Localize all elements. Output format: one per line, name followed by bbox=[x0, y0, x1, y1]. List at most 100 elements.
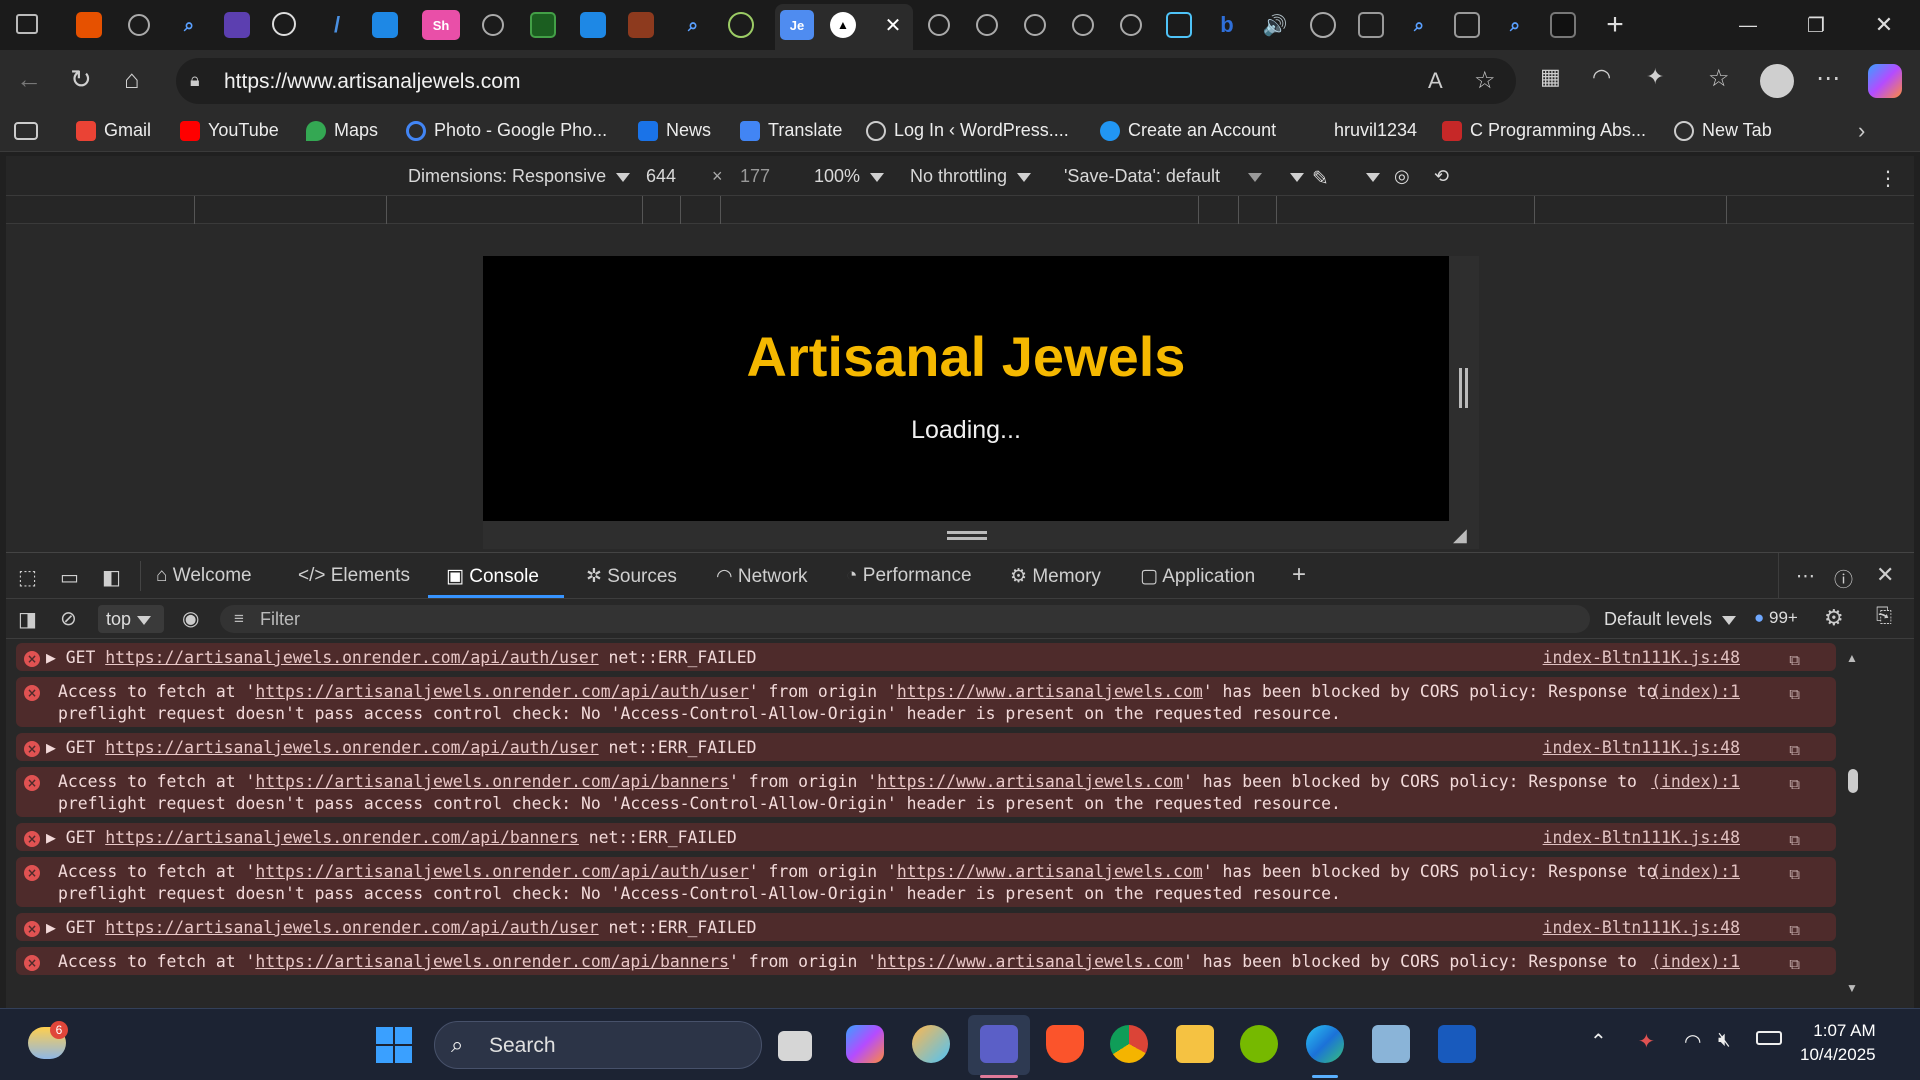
restore-button[interactable]: ❐ bbox=[1788, 8, 1844, 42]
address-bar[interactable]: 🔒︎ https://www.artisanaljewels.com A ☆ bbox=[176, 58, 1516, 104]
device-toggle-icon[interactable]: ▭ bbox=[60, 565, 79, 590]
bookmark-google-photos[interactable]: Photo - Google Pho... bbox=[406, 120, 607, 141]
tab-search-icon[interactable]: ⌕ bbox=[1406, 12, 1432, 38]
taskbar-search-box[interactable]: ⌕ Search bbox=[434, 1021, 762, 1069]
chevron-up-icon[interactable]: ⌃ bbox=[1590, 1029, 1607, 1054]
expand-triangle-icon[interactable]: ▶ bbox=[46, 738, 66, 757]
back-arrow-icon[interactable]: ← bbox=[16, 64, 42, 95]
copilot-taskbar-icon[interactable] bbox=[846, 1025, 884, 1063]
corner-resize-icon[interactable]: ◢ bbox=[1453, 525, 1467, 546]
console-error-message[interactable]: × Access to fetch at 'https://artisanalje… bbox=[16, 947, 1836, 975]
site-page[interactable]: Artisanal Jewels Loading... bbox=[483, 256, 1449, 521]
tab-console[interactable]: ▣ Console bbox=[446, 565, 539, 588]
edge-icon[interactable] bbox=[1306, 1025, 1344, 1063]
read-aloud-icon[interactable]: A bbox=[1428, 68, 1443, 94]
remote-desktop-icon[interactable] bbox=[1372, 1025, 1410, 1063]
eyedropper-icon[interactable]: ✎ bbox=[1312, 166, 1329, 191]
height-input[interactable]: 177 bbox=[740, 166, 770, 187]
bookmark-gmail[interactable]: Gmail bbox=[76, 120, 151, 141]
tab-favicon-icon[interactable] bbox=[530, 12, 556, 38]
resize-handle-right[interactable] bbox=[1449, 256, 1479, 521]
tab-favicon-icon[interactable]: ▲ bbox=[830, 12, 856, 38]
file-explorer-icon[interactable] bbox=[1176, 1025, 1214, 1063]
tab-favicon-icon[interactable]: / bbox=[324, 12, 350, 38]
add-tab-icon[interactable]: + bbox=[1292, 561, 1306, 589]
throttling-dropdown[interactable]: No throttling bbox=[910, 166, 1032, 187]
log-levels-dropdown[interactable]: Default levels bbox=[1604, 609, 1737, 630]
expand-triangle-icon[interactable]: ▶ bbox=[46, 648, 66, 667]
request-url-link[interactable]: https://artisanaljewels.onrender.com/api… bbox=[105, 828, 579, 847]
tab-globe-icon[interactable] bbox=[128, 14, 150, 36]
console-error-message[interactable]: × Access to fetch at 'https://artisanalje… bbox=[16, 857, 1836, 907]
refresh-icon[interactable]: ↻ bbox=[70, 64, 92, 95]
bookmark-create-account[interactable]: Create an Account bbox=[1100, 120, 1276, 141]
context-dropdown[interactable]: top bbox=[98, 605, 164, 633]
performance-icon[interactable]: ◠ bbox=[1592, 64, 1611, 90]
expand-triangle-icon[interactable]: ▶ bbox=[46, 918, 66, 937]
caret-down-icon[interactable] bbox=[1356, 166, 1380, 187]
sensors-icon[interactable]: ◎ bbox=[1394, 166, 1410, 187]
tab-network[interactable]: ◠ Network bbox=[716, 565, 808, 588]
bookmark-translate[interactable]: Translate bbox=[740, 120, 842, 141]
copilot-explain-icon[interactable]: ⧉ bbox=[1789, 649, 1800, 671]
console-settings-gear-icon[interactable]: ⚙ bbox=[1824, 605, 1844, 631]
tab-favicon-icon[interactable] bbox=[1550, 12, 1576, 38]
origin-url-link[interactable]: https://www.artisanaljewels.com bbox=[877, 772, 1183, 791]
source-location-link[interactable]: (index):1 bbox=[1651, 861, 1740, 883]
speaker-muted-icon[interactable]: 🔇︎ bbox=[1718, 1029, 1731, 1052]
tab-application[interactable]: ▢ Application bbox=[1140, 565, 1255, 588]
wifi-icon[interactable]: ◠ bbox=[1684, 1029, 1701, 1054]
tab-favicon-icon[interactable]: Je bbox=[780, 10, 814, 40]
profile-avatar[interactable] bbox=[1760, 64, 1794, 98]
bookmark-wordpress[interactable]: Log In ‹ WordPress.... bbox=[866, 120, 1069, 141]
width-input[interactable]: 644 bbox=[646, 166, 676, 187]
home-icon[interactable]: ⌂ bbox=[124, 64, 140, 95]
scroll-up-arrow-icon[interactable]: ▲ bbox=[1846, 651, 1858, 665]
more-options-icon[interactable]: ⋮ bbox=[1878, 166, 1898, 191]
zoom-dropdown[interactable]: 100% bbox=[814, 166, 885, 187]
tab-elements[interactable]: </> Elements bbox=[298, 565, 410, 587]
collections-icon[interactable] bbox=[14, 122, 38, 140]
source-location-link[interactable]: (index):1 bbox=[1651, 681, 1740, 703]
resize-handle-bottom[interactable]: ◢ bbox=[483, 521, 1479, 549]
paint-icon[interactable] bbox=[912, 1025, 950, 1063]
request-url-link[interactable]: https://artisanaljewels.onrender.com/api… bbox=[255, 772, 729, 791]
tab-memory[interactable]: ⚙ Memory bbox=[1010, 565, 1101, 588]
origin-url-link[interactable]: https://www.artisanaljewels.com bbox=[897, 862, 1203, 881]
source-location-link[interactable]: index-Bltn111K.js:48 bbox=[1543, 647, 1740, 669]
tab-audio-icon[interactable]: 🔊 bbox=[1262, 12, 1288, 38]
tab-bing-icon[interactable]: b bbox=[1214, 12, 1240, 38]
copilot-explain-icon[interactable]: ⧉ bbox=[1789, 739, 1800, 761]
live-expression-eye-icon[interactable]: ◉ bbox=[182, 606, 199, 631]
extension-grid-icon[interactable]: ▦ bbox=[1540, 64, 1561, 90]
toggle-drawer-icon[interactable]: ⎘ bbox=[1876, 605, 1892, 628]
battery-icon[interactable] bbox=[1756, 1031, 1782, 1045]
console-error-message[interactable]: × Access to fetch at 'https://artisanalje… bbox=[16, 767, 1836, 817]
tab-favicon-icon[interactable] bbox=[76, 12, 102, 38]
tab-globe-icon[interactable] bbox=[1072, 14, 1094, 36]
teams-icon[interactable] bbox=[980, 1025, 1018, 1063]
bookmark-hruvil[interactable]: hruvil1234 bbox=[1334, 120, 1417, 141]
tab-performance[interactable]: ◔ Performance bbox=[846, 565, 972, 587]
console-error-message[interactable]: × ▶ GET https://artisanaljewels.onrender.… bbox=[16, 823, 1836, 851]
tab-search-icon[interactable]: ⌕ bbox=[1502, 12, 1528, 38]
bookmark-c-programming[interactable]: C Programming Abs... bbox=[1442, 120, 1646, 141]
source-location-link[interactable]: index-Bltn111K.js:48 bbox=[1543, 917, 1740, 939]
word-icon[interactable] bbox=[1438, 1025, 1476, 1063]
tab-search-icon[interactable]: ⌕ bbox=[176, 12, 202, 38]
copilot-explain-icon[interactable]: ⧉ bbox=[1789, 829, 1800, 851]
tab-globe-icon[interactable] bbox=[928, 14, 950, 36]
tab-favicon-icon[interactable] bbox=[628, 12, 654, 38]
tab-globe-icon[interactable] bbox=[1120, 14, 1142, 36]
tab-search-icon[interactable]: ⌕ bbox=[680, 12, 706, 38]
console-error-message[interactable]: × ▶ GET https://artisanaljewels.onrender.… bbox=[16, 913, 1836, 941]
request-url-link[interactable]: https://artisanaljewels.onrender.com/api… bbox=[255, 862, 748, 881]
source-location-link[interactable]: index-Bltn111K.js:48 bbox=[1543, 827, 1740, 849]
source-location-link[interactable]: (index):1 bbox=[1651, 771, 1740, 793]
utorrent-icon[interactable] bbox=[1240, 1025, 1278, 1063]
console-messages[interactable]: × ▶ GET https://artisanaljewels.onrender.… bbox=[12, 643, 1842, 1003]
source-location-link[interactable]: (index):1 bbox=[1651, 951, 1740, 973]
tab-favicon-icon[interactable] bbox=[1454, 12, 1480, 38]
issues-counter[interactable]: ● 99+ bbox=[1754, 608, 1798, 628]
tab-welcome[interactable]: ⌂ Welcome bbox=[156, 565, 252, 587]
